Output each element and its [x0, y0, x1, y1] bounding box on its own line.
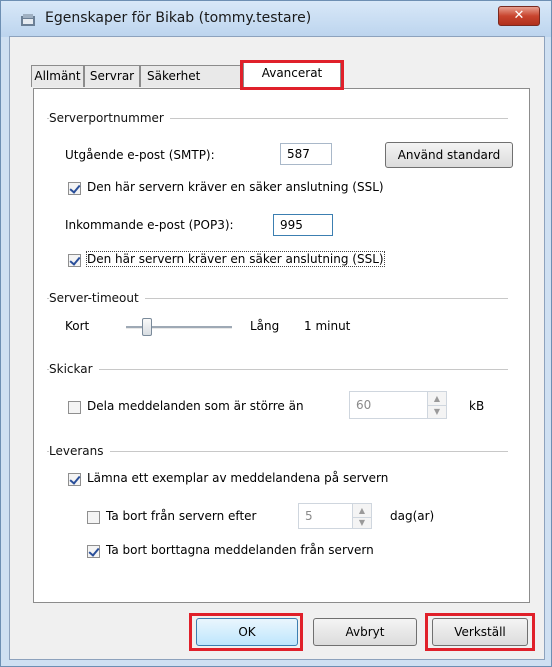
group-label-server-ports: Serverportnummer: [49, 111, 170, 125]
pop3-ssl-label: Den här servern kräver en säker anslutni…: [86, 251, 385, 267]
tab-servrar[interactable]: Servrar: [84, 65, 140, 87]
smtp-ssl-checkbox[interactable]: [68, 182, 81, 195]
group-divider: [47, 451, 508, 452]
pop3-port-input[interactable]: 995: [273, 214, 333, 236]
group-label-timeout: Server-timeout: [49, 291, 145, 305]
smtp-port-input[interactable]: 587: [280, 143, 332, 165]
ok-highlight: [189, 613, 303, 651]
split-size-spinner[interactable]: ▲ ▼: [427, 391, 447, 419]
spin-up-icon[interactable]: ▲: [428, 392, 446, 406]
account-icon: [21, 14, 35, 26]
window-title: Egenskaper för Bikab (tommy.testare): [45, 10, 312, 26]
leave-copy-checkbox[interactable]: [68, 473, 81, 486]
pop3-label: Inkommande e-post (POP3):: [65, 218, 234, 232]
timeout-slider-thumb[interactable]: [142, 318, 152, 336]
split-messages-label: Dela meddelanden som är större än: [87, 399, 304, 413]
cancel-button[interactable]: Avbryt: [313, 618, 417, 646]
spin-down-icon[interactable]: ▼: [428, 405, 446, 418]
apply-highlight: [425, 613, 535, 651]
timeout-short-label: Kort: [65, 319, 90, 333]
remove-after-spinner[interactable]: ▲ ▼: [352, 503, 372, 529]
group-divider: [47, 369, 508, 370]
remove-after-unit: dag(ar): [390, 509, 435, 523]
timeout-value-label: 1 minut: [304, 319, 351, 333]
remove-after-label: Ta bort från servern efter: [106, 509, 257, 523]
tab-sakerhet[interactable]: Säkerhet: [140, 65, 243, 87]
remove-deleted-label: Ta bort borttagna meddelanden från serve…: [106, 543, 374, 557]
close-button[interactable]: ✕: [498, 6, 540, 26]
spin-down-icon[interactable]: ▼: [353, 516, 371, 529]
split-size-input[interactable]: 60: [349, 391, 429, 419]
pop3-ssl-checkbox[interactable]: [68, 254, 81, 267]
title-bar: Egenskaper för Bikab (tommy.testare) ✕: [1, 1, 551, 37]
leave-copy-label: Lämna ett exemplar av meddelandena på se…: [87, 471, 389, 485]
timeout-long-label: Lång: [250, 319, 280, 333]
remove-deleted-checkbox[interactable]: [87, 545, 100, 558]
group-label-sending: Skickar: [49, 362, 99, 376]
split-messages-checkbox[interactable]: [68, 401, 81, 414]
group-label-delivery: Leverans: [49, 444, 110, 458]
tab-allmant[interactable]: Allmänt: [31, 65, 84, 87]
tab-sakerhet-label: Säkerhet: [147, 69, 201, 83]
smtp-ssl-label: Den här servern kräver en säker anslutni…: [87, 180, 384, 194]
remove-after-checkbox[interactable]: [87, 511, 100, 524]
remove-after-days-input[interactable]: 5: [298, 503, 354, 529]
tab-highlight: [240, 60, 344, 90]
split-size-unit: kB: [469, 399, 485, 413]
smtp-label: Utgående e-post (SMTP):: [65, 148, 215, 162]
use-default-button[interactable]: Använd standard: [385, 142, 513, 168]
